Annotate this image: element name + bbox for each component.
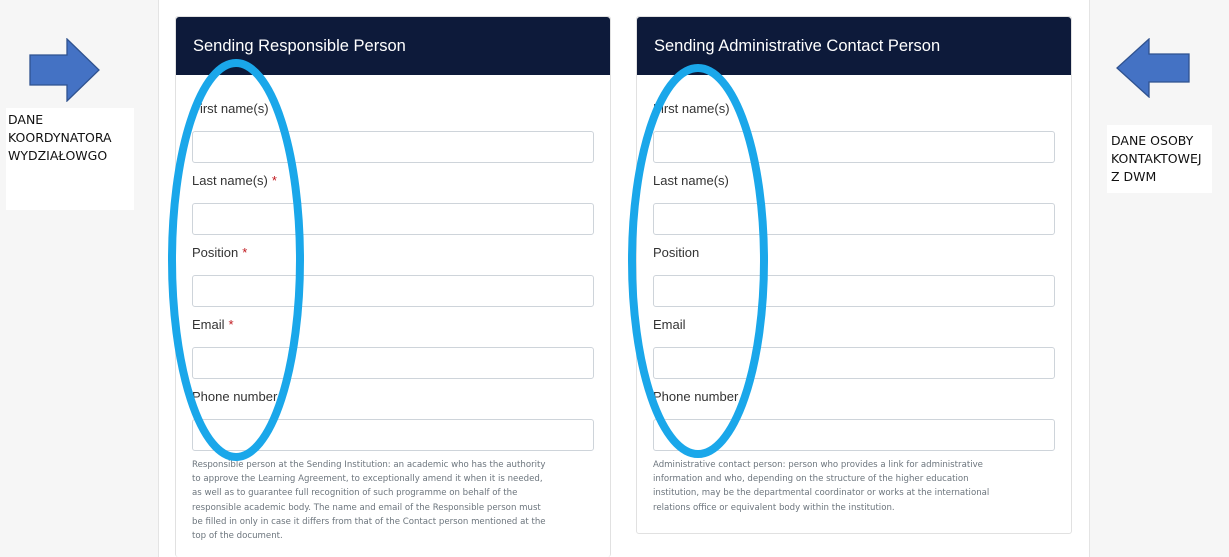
email-field-group: Email [653,315,1055,379]
field-label: Position * [192,245,248,260]
field-label: Email [653,317,686,332]
phone-field-group: Phone number [192,387,594,451]
sending-responsible-person-card: Sending Responsible Person First name(s)… [175,16,611,557]
required-mark: * [271,173,277,188]
first-name-field-group: First name(s) * [192,99,594,163]
field-label: Last name(s) [653,173,729,188]
position-field-group: Position [653,243,1055,307]
field-label: Position [653,245,700,260]
phone-input[interactable] [653,419,1055,451]
left-annotation-note: DANE KOORDYNATORA WYDZIAŁOWGO [6,108,134,210]
note-line: DANE [8,112,44,127]
field-label: Phone number [653,389,739,404]
first-name-input[interactable] [192,131,594,163]
required-mark: * [272,101,278,116]
field-label: First name(s) [653,101,730,116]
last-name-field-group: Last name(s) * [192,171,594,235]
last-name-field-group: Last name(s) [653,171,1055,235]
position-input[interactable] [653,275,1055,307]
help-text: Responsible person at the Sending Instit… [192,460,546,542]
note-line: WYDZIAŁOWGO [8,148,108,163]
last-name-input[interactable] [653,203,1055,235]
card-title: Sending Responsible Person [176,17,610,75]
help-text: Administrative contact person: person wh… [653,460,990,513]
phone-field-group: Phone number [653,387,1055,451]
email-field-group: Email * [192,315,594,379]
arrow-left-icon [1116,38,1190,98]
field-label: Last name(s) * [192,173,277,188]
first-name-input[interactable] [653,131,1055,163]
card-title: Sending Administrative Contact Person [637,17,1071,75]
position-field-group: Position * [192,243,594,307]
arrow-right-icon [29,38,100,102]
field-label: First name(s) * [192,101,278,116]
note-line: KONTAKTOWEJ [1111,151,1202,166]
phone-input[interactable] [192,419,594,451]
email-input[interactable] [192,347,594,379]
sending-administrative-contact-card: Sending Administrative Contact Person Fi… [636,16,1072,534]
required-mark: * [228,317,234,332]
required-mark: * [242,245,248,260]
right-annotation-note: DANE OSOBY KONTAKTOWEJ Z DWM [1107,125,1212,193]
first-name-field-group: First name(s) [653,99,1055,163]
email-input[interactable] [653,347,1055,379]
position-input[interactable] [192,275,594,307]
note-line: Z DWM [1111,169,1157,184]
note-line: DANE OSOBY [1111,133,1194,148]
last-name-input[interactable] [192,203,594,235]
field-label: Phone number [192,389,278,404]
note-line: KOORDYNATORA [8,130,112,145]
field-label: Email * [192,317,234,332]
